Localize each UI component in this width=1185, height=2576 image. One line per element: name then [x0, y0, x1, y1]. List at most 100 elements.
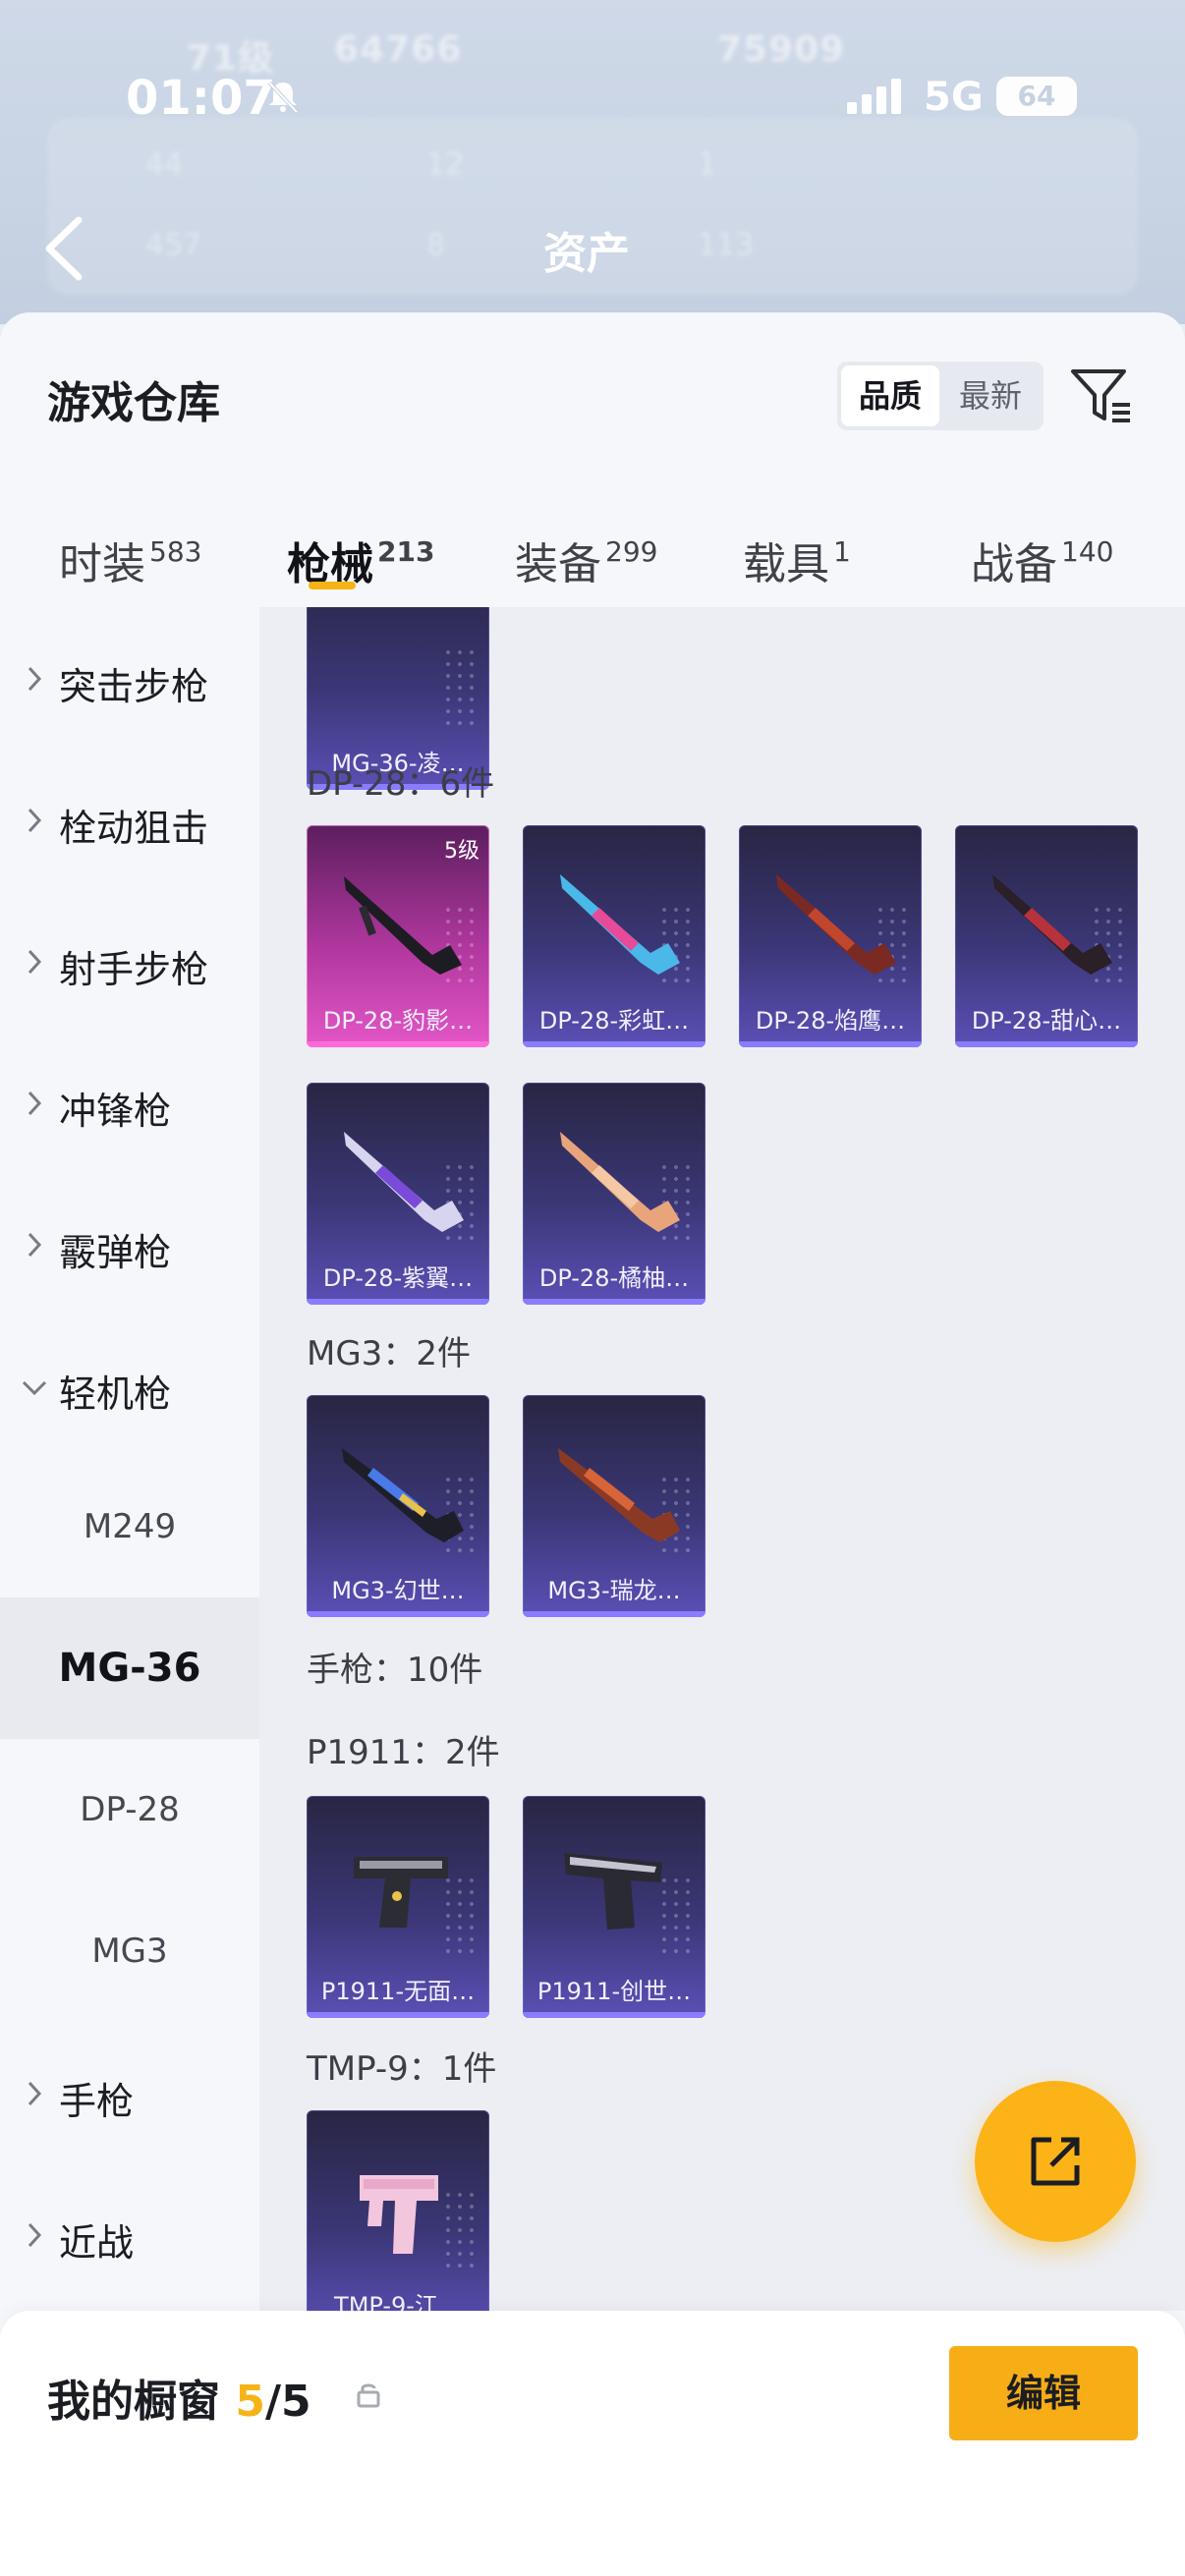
- showcase-label: 我的橱窗 5/5: [47, 2366, 311, 2429]
- sidebar-sub-dp28[interactable]: DP-28: [0, 1739, 259, 1880]
- signal-icon: [847, 79, 901, 114]
- weapon-image: [560, 874, 680, 975]
- item-name: DP-28-甜心…: [971, 1007, 1122, 1035]
- battery-indicator: 64: [996, 77, 1077, 116]
- category-tabs: 时装 583 枪械 213 装备 299 载具 1 战备 140: [0, 489, 1185, 597]
- sidebar-item-label: 冲锋枪: [59, 1090, 172, 1133]
- sidebar-item-shotgun[interactable]: 霰弹枪: [0, 1173, 259, 1315]
- showcase-current: 5: [235, 2377, 265, 2427]
- item-grid: MG-36-凌… DP-28：6件 5级 DP-28-豹影… DP-28-彩虹……: [259, 607, 1185, 2311]
- bg-r2-c: 113: [698, 228, 755, 262]
- sidebar-item-pistol[interactable]: 手枪: [0, 2022, 259, 2163]
- weapon-image: [344, 876, 462, 975]
- sidebar-item-marksman-rifle[interactable]: 射手步枪: [0, 890, 259, 1032]
- bg-r1-a: 44: [145, 147, 184, 182]
- rarity-bar: [307, 1041, 489, 1047]
- tab-count: 583: [149, 535, 202, 568]
- rarity-bar: [523, 1611, 705, 1617]
- rarity-bar: [307, 1299, 489, 1305]
- item-card[interactable]: DP-28-橘柚…: [523, 1083, 705, 1305]
- weapon-image: [992, 874, 1112, 975]
- share-button[interactable]: [975, 2081, 1136, 2242]
- tab-count: 140: [1061, 535, 1114, 568]
- group-title: MG3：2件: [307, 1334, 471, 1373]
- group-title: 手枪：10件: [307, 1651, 483, 1690]
- filter-icon[interactable]: [1069, 364, 1134, 428]
- group-title: TMP-9：1件: [307, 2049, 497, 2089]
- sort-latest-button[interactable]: 最新: [941, 365, 1040, 426]
- item-name: DP-28-彩虹…: [538, 1007, 690, 1035]
- bg-r2-a: 457: [145, 228, 202, 262]
- showcase-total: /5: [264, 2377, 311, 2427]
- weapon-image: [360, 2175, 438, 2254]
- lock-icon: [357, 2383, 380, 2408]
- rarity-bar: [739, 1041, 922, 1047]
- item-name: P1911-无面…: [320, 1978, 476, 2005]
- showcase-title: 我的橱窗: [47, 2377, 220, 2427]
- sidebar-item-smg[interactable]: 冲锋枪: [0, 1032, 259, 1173]
- rarity-bar: [955, 1041, 1138, 1047]
- tab-label: 战备: [971, 539, 1057, 589]
- back-icon[interactable]: [39, 214, 88, 283]
- sidebar-item-lmg[interactable]: 轻机枪: [0, 1315, 259, 1456]
- bell-off-icon: [267, 81, 299, 114]
- item-card[interactable]: MG3-瑞龙…: [523, 1395, 705, 1617]
- rarity-bar: [523, 1299, 705, 1305]
- chevron-right-icon: [28, 1091, 42, 1116]
- tab-label: 装备: [515, 539, 601, 589]
- edit-button[interactable]: 编辑: [949, 2346, 1138, 2440]
- sort-quality-button[interactable]: 品质: [841, 365, 939, 426]
- group-title: DP-28：6件: [307, 764, 495, 804]
- sort-toggle: 品质 最新: [837, 362, 1044, 430]
- chevron-right-icon: [28, 2222, 42, 2248]
- item-name: DP-28-紫翼…: [322, 1264, 474, 1292]
- sheet-title: 游戏仓库: [47, 378, 220, 428]
- weapon-image: [560, 1132, 680, 1232]
- tab-count: 299: [605, 535, 658, 568]
- item-card[interactable]: DP-28-甜心…: [955, 825, 1138, 1047]
- item-name: MG3-幻世…: [331, 1577, 465, 1604]
- item-card[interactable]: P1911-无面…: [307, 1796, 489, 2018]
- item-name: P1911-创世…: [536, 1978, 692, 2005]
- item-card[interactable]: P1911-创世…: [523, 1796, 705, 2018]
- chevron-down-icon: [22, 1380, 47, 1396]
- tab-label: 载具: [743, 539, 829, 589]
- item-name: DP-28-豹影…: [322, 1007, 474, 1035]
- weapon-image: [344, 1132, 464, 1232]
- item-card[interactable]: 5级 DP-28-豹影…: [307, 825, 489, 1047]
- weapon-image: [342, 1448, 464, 1542]
- status-time: 01:07: [126, 71, 276, 126]
- rarity-bar: [523, 1041, 705, 1047]
- group-title: P1911：2件: [307, 1733, 500, 1772]
- bg-r2-b: 8: [426, 228, 446, 262]
- sidebar-item-melee[interactable]: 近战: [0, 2163, 259, 2305]
- item-name: DP-28-焰鹰…: [755, 1007, 906, 1035]
- item-card[interactable]: MG3-幻世…: [307, 1395, 489, 1617]
- item-name: DP-28-橘柚…: [538, 1264, 690, 1292]
- item-card[interactable]: DP-28-紫翼…: [307, 1083, 489, 1305]
- sidebar-item-label: 近战: [59, 2221, 135, 2265]
- network-type: 5G: [924, 75, 984, 120]
- sidebar-item-assault-rifle[interactable]: 突击步枪: [0, 607, 259, 749]
- tab-count: 213: [377, 535, 435, 568]
- bg-r1-c: 1: [698, 147, 717, 182]
- chevron-right-icon: [28, 2081, 42, 2106]
- tab-count: 1: [833, 535, 851, 568]
- bg-r1-b: 12: [426, 147, 465, 182]
- weapon-image: [354, 1857, 448, 1928]
- sidebar-item-label: 手枪: [59, 2080, 135, 2123]
- item-card[interactable]: TMP-9-江…: [307, 2110, 489, 2311]
- weapon-image: [558, 1448, 680, 1542]
- weapon-category-sidebar: 突击步枪 栓动狙击 射手步枪 冲锋枪 霰弹枪 轻机枪 M249 MG-36 DP…: [0, 607, 259, 2311]
- sidebar-sub-mg3[interactable]: MG3: [0, 1880, 259, 2022]
- item-card[interactable]: DP-28-焰鹰…: [739, 825, 922, 1047]
- sidebar-sub-m249[interactable]: M249: [0, 1456, 259, 1597]
- sidebar-sub-mg36[interactable]: MG-36: [0, 1597, 259, 1739]
- page-header-title: 资产: [543, 229, 630, 279]
- sidebar-item-bolt-sniper[interactable]: 栓动狙击: [0, 749, 259, 890]
- item-name: TMP-9-江…: [334, 2292, 462, 2311]
- item-card[interactable]: DP-28-彩虹…: [523, 825, 705, 1047]
- chevron-right-icon: [28, 666, 42, 692]
- weapon-image: [776, 874, 896, 975]
- background-header: 71级 64766 75909 44 12 1 457 8 113 01:07 …: [0, 0, 1185, 324]
